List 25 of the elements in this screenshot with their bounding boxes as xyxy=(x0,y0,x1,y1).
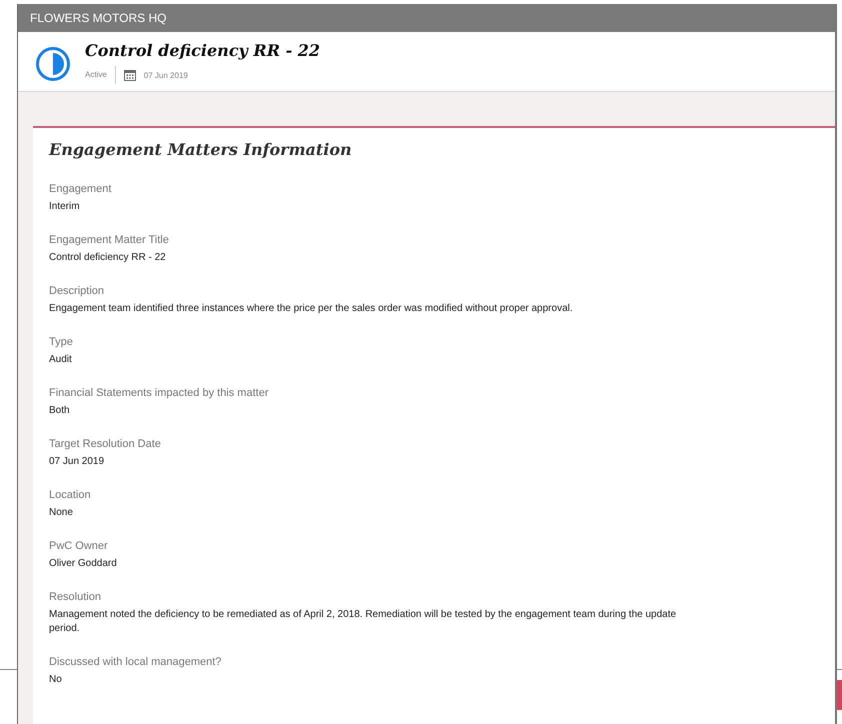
field-value: Engagement team identified three instances where the price per the sales order was modified without proper approval. xyxy=(49,302,574,316)
field-value: Interim xyxy=(49,200,81,214)
field-label: Target Resolution Date xyxy=(49,438,162,450)
status-label: Active xyxy=(85,66,116,84)
field-value: Management noted the deficiency to be remediated as of April 2, 2018. Remediation will be tested by the engagement team during the update period. xyxy=(49,608,678,636)
field-label: Location xyxy=(49,489,92,501)
field-value: Audit xyxy=(49,353,73,367)
field-label: Engagement xyxy=(49,183,112,195)
field-label: Discussed with local management? xyxy=(49,656,222,668)
section-title: Engagement Matters Information xyxy=(49,140,353,159)
field-value: Both xyxy=(49,404,71,418)
field-value: No xyxy=(49,673,63,687)
field-label: Engagement Matter Title xyxy=(49,234,170,246)
record-date: 07 Jun 2019 xyxy=(144,70,188,80)
field-value: None xyxy=(49,506,74,520)
field-value: 07 Jun 2019 xyxy=(49,455,106,469)
window-title: FLOWERS MOTORS HQ xyxy=(18,4,835,32)
record-title: Control deficiency RR - 22 xyxy=(85,41,320,60)
field-label: PwC Owner xyxy=(49,540,109,552)
field-label: Description xyxy=(49,285,106,297)
field-label: Type xyxy=(49,336,74,348)
field-label: Resolution xyxy=(49,591,102,603)
field-label: Financial Statements impacted by this matter xyxy=(49,387,270,399)
field-value: Oliver Goddard xyxy=(49,557,118,571)
field-value: Control deficiency RR - 22 xyxy=(49,251,167,265)
